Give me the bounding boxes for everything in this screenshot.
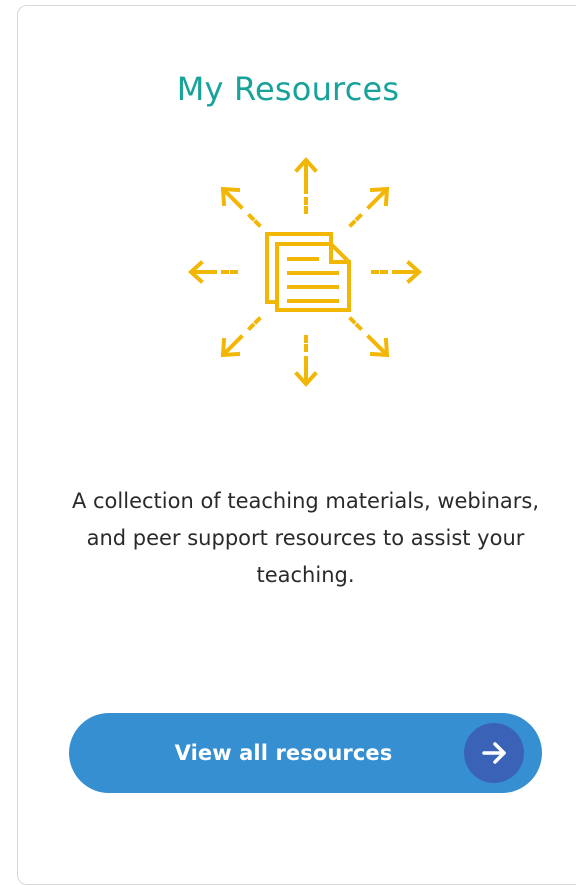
button-label: View all resources (174, 741, 393, 765)
view-all-resources-button[interactable]: View all resources (69, 713, 542, 793)
arrow-right-icon (464, 723, 524, 783)
document-share-icon (181, 152, 431, 392)
card-title: My Resources (176, 70, 400, 108)
card-description: A collection of teaching materials, webi… (71, 489, 540, 587)
